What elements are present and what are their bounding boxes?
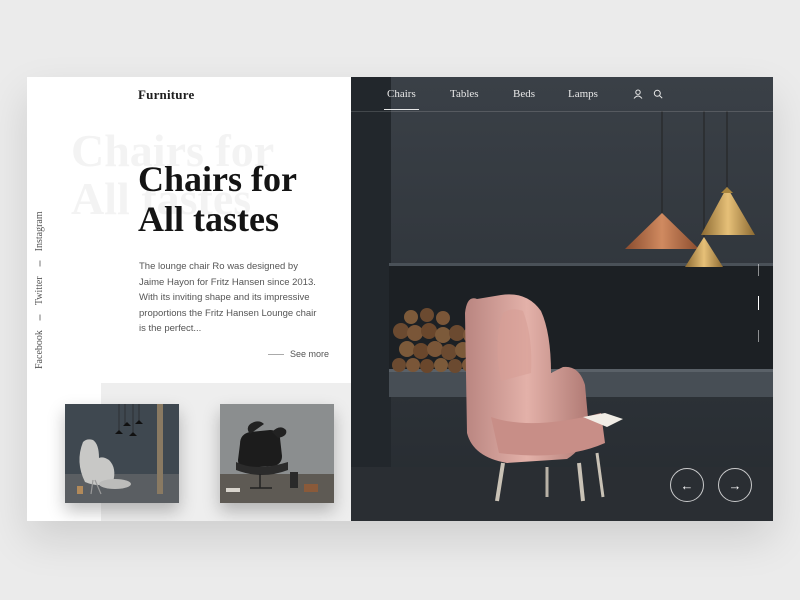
social-links: Facebook Twitter Instagram bbox=[34, 211, 45, 369]
prev-slide-button[interactable]: ← bbox=[670, 468, 704, 502]
slide-tick-1[interactable] bbox=[758, 264, 759, 276]
lounge-chair-image bbox=[351, 77, 773, 521]
user-icon[interactable] bbox=[633, 89, 643, 99]
social-link-instagram[interactable]: Instagram bbox=[34, 211, 45, 251]
nav-item-lamps[interactable]: Lamps bbox=[568, 88, 598, 100]
slide-tick-2[interactable] bbox=[758, 296, 759, 310]
see-more-link[interactable]: See more bbox=[268, 349, 329, 359]
social-link-facebook[interactable]: Facebook bbox=[34, 330, 45, 369]
see-more-line bbox=[268, 353, 284, 355]
slide-indicator bbox=[758, 264, 760, 362]
social-separator bbox=[39, 260, 40, 267]
ox-chair-image bbox=[220, 404, 334, 503]
thumbnail-oxchair[interactable] bbox=[220, 404, 334, 503]
top-nav: Chairs Tables Beds Lamps bbox=[351, 77, 773, 112]
nav-item-chairs[interactable]: Chairs bbox=[384, 88, 419, 110]
social-separator bbox=[39, 314, 40, 321]
hero-description: The lounge chair Ro was designed by Jaim… bbox=[139, 261, 317, 334]
next-slide-button[interactable]: → bbox=[718, 468, 752, 502]
nav-item-tables[interactable]: Tables bbox=[450, 88, 479, 100]
hero-scene: Chairs Tables Beds Lamps ← → bbox=[351, 77, 773, 521]
social-link-twitter[interactable]: Twitter bbox=[34, 276, 45, 305]
arrow-right-icon: → bbox=[728, 477, 742, 493]
thumbnail-egg-chair[interactable] bbox=[65, 404, 179, 503]
product-card: Furniture Facebook Twitter Instagram Cha… bbox=[27, 77, 773, 521]
slide-tick-3[interactable] bbox=[758, 330, 759, 342]
egg-chair-image bbox=[65, 404, 179, 503]
brand-logo[interactable]: Furniture bbox=[138, 87, 194, 103]
see-more-label: See more bbox=[290, 349, 330, 359]
hero-headline: Chairs for All tastes bbox=[138, 159, 297, 239]
search-icon[interactable] bbox=[653, 89, 663, 99]
arrow-left-icon: ← bbox=[680, 477, 694, 493]
nav-item-beds[interactable]: Beds bbox=[513, 88, 535, 100]
